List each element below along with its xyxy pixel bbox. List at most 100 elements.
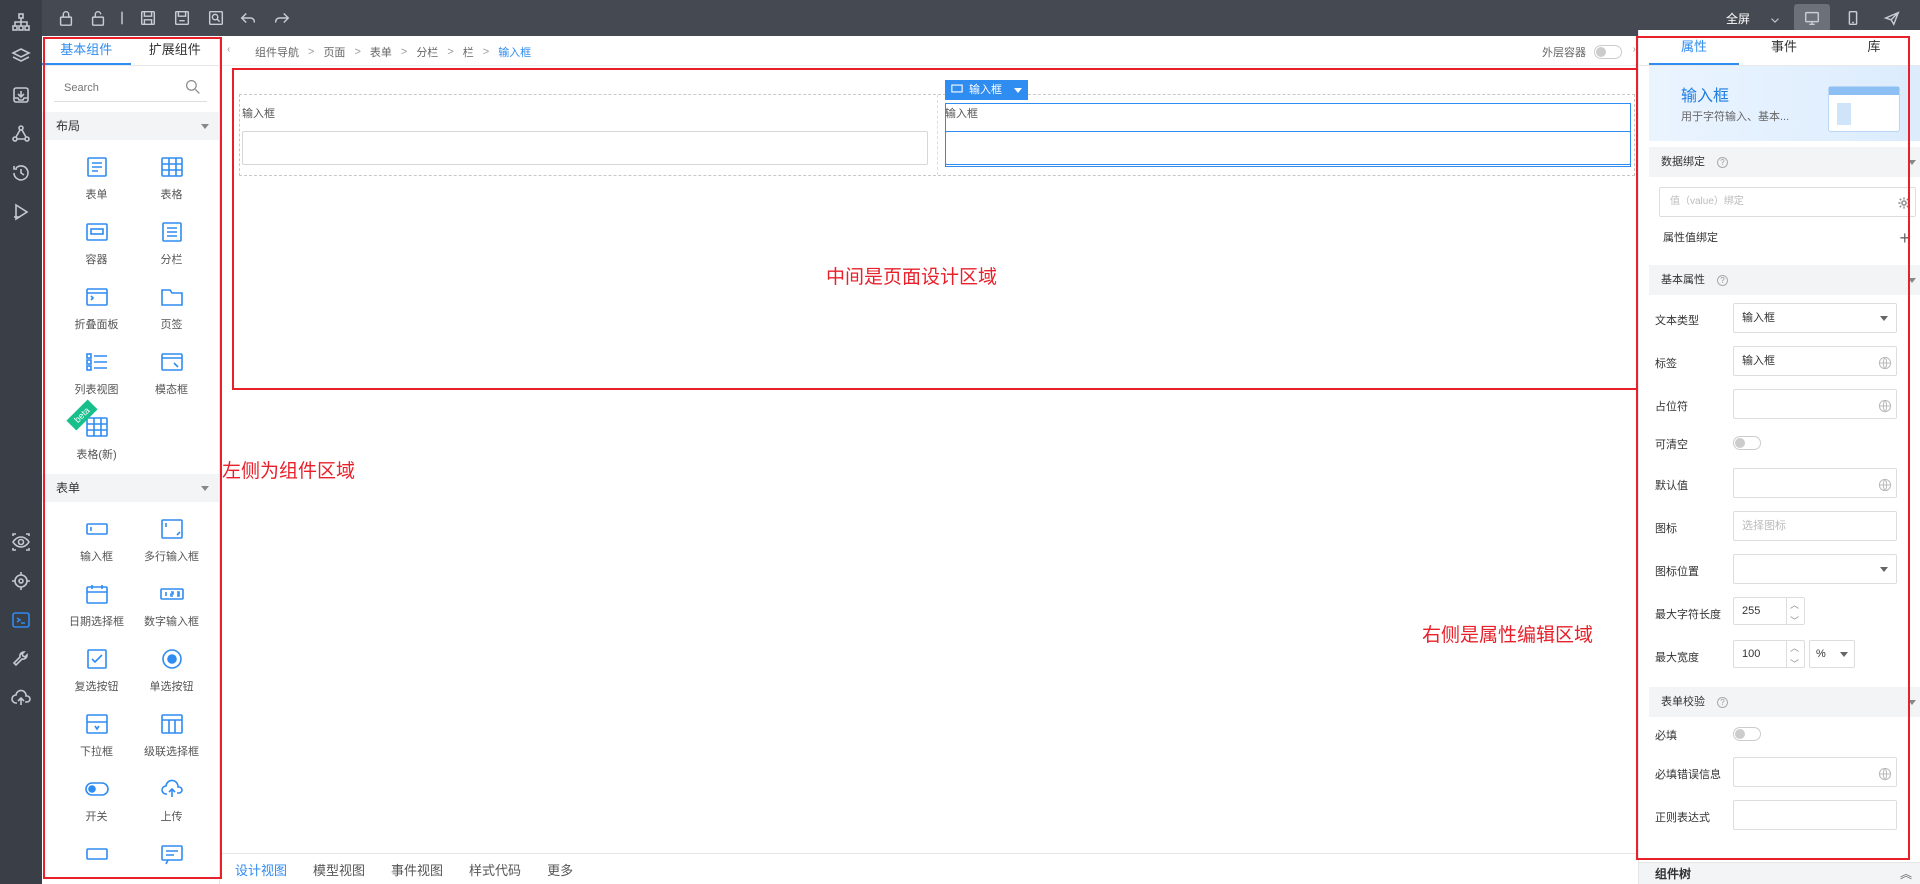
text-type-select[interactable]: 输入框 — [1733, 303, 1897, 333]
columns-row[interactable]: 输入框 输入框 — [239, 94, 1635, 176]
cursor-icon[interactable] — [112, 8, 132, 28]
tab-properties[interactable]: 属性 — [1649, 30, 1739, 65]
globe-icon[interactable] — [1878, 475, 1892, 503]
fullscreen-label[interactable]: 全屏 — [1726, 10, 1750, 27]
help-icon[interactable]: ? — [1717, 696, 1728, 708]
icon-picker[interactable]: 选择图标 — [1733, 511, 1897, 541]
column-left[interactable]: 输入框 — [240, 95, 936, 175]
search-icon[interactable] — [185, 79, 201, 98]
component-more-2[interactable] — [134, 839, 209, 884]
desktop-view-button[interactable] — [1794, 4, 1830, 32]
component-number-input[interactable]: 数字输入框 — [134, 579, 209, 633]
breadcrumb-item[interactable]: 栏 — [463, 44, 474, 60]
outer-container-toggle[interactable] — [1594, 45, 1622, 59]
tag-input[interactable]: 输入框 — [1733, 346, 1897, 376]
component-collapse[interactable]: 折叠面板 — [59, 282, 134, 336]
component-switch[interactable]: 开关 — [59, 774, 134, 828]
chevron-down-icon[interactable] — [1765, 10, 1785, 30]
zoom-icon[interactable] — [206, 8, 226, 28]
placeholder-input[interactable] — [1733, 389, 1897, 419]
component-list-view[interactable]: 列表视图 — [59, 347, 134, 401]
component-cascader[interactable]: 级联选择框 — [134, 709, 209, 763]
collapse-right-icon[interactable]: › — [1633, 44, 1636, 55]
input-box-selected[interactable] — [945, 131, 1631, 165]
component-more-1[interactable] — [59, 839, 134, 884]
help-icon[interactable]: ? — [1717, 274, 1728, 286]
component-radio[interactable]: 单选按钮 — [134, 644, 209, 698]
stepper-arrows[interactable] — [1786, 635, 1804, 677]
caret-down-icon[interactable] — [1014, 87, 1022, 93]
cloud-upload-icon[interactable] — [9, 686, 33, 710]
redo-icon[interactable] — [272, 8, 292, 28]
component-modal[interactable]: 模态框 — [134, 347, 209, 401]
tab-event-view[interactable]: 事件视图 — [391, 860, 443, 879]
max-length-stepper[interactable]: 255 — [1733, 592, 1805, 634]
collapse-left-icon[interactable]: ‹ — [227, 44, 230, 55]
globe-icon[interactable] — [1878, 396, 1892, 424]
component-tabs[interactable]: 页签 — [134, 282, 209, 336]
wrench-icon[interactable] — [9, 647, 33, 671]
required-msg-input[interactable] — [1733, 757, 1897, 787]
console-icon[interactable] — [9, 608, 33, 632]
input-box[interactable] — [242, 131, 928, 165]
preview-icon[interactable] — [9, 530, 33, 554]
globe-icon[interactable] — [1878, 353, 1892, 381]
globe-icon[interactable] — [1878, 764, 1892, 792]
value-binding-field[interactable]: 值（value）绑定 — [1659, 187, 1916, 217]
publish-button[interactable] — [1874, 4, 1910, 32]
component-textarea[interactable]: 多行输入框 — [134, 514, 209, 568]
flow-icon[interactable] — [9, 122, 33, 146]
design-canvas[interactable]: 输入框 输入框 输入框 — [221, 66, 1638, 853]
tab-design-view[interactable]: 设计视图 — [235, 860, 287, 879]
component-tree-bar[interactable]: 组件树 ︽ — [1639, 862, 1920, 884]
component-input[interactable]: 输入框 — [59, 514, 134, 568]
sitemap-icon[interactable] — [9, 10, 33, 34]
breadcrumb-item[interactable]: 页面 — [323, 44, 345, 60]
section-layout[interactable]: 布局 — [42, 112, 219, 140]
component-form[interactable]: 表单 — [59, 152, 134, 206]
history-icon[interactable] — [9, 161, 33, 185]
component-container[interactable]: 容器 — [59, 217, 134, 271]
tab-basic-components[interactable]: 基本组件 — [42, 36, 131, 65]
component-columns[interactable]: 分栏 — [134, 217, 209, 271]
breadcrumb-item[interactable]: 分栏 — [416, 44, 438, 60]
section-data-binding[interactable]: 数据绑定? — [1649, 147, 1920, 177]
regex-input[interactable] — [1733, 800, 1897, 830]
clearable-toggle[interactable] — [1733, 436, 1761, 450]
save-icon[interactable] — [138, 8, 158, 28]
gear-icon[interactable] — [1897, 194, 1911, 222]
required-toggle[interactable] — [1733, 727, 1761, 741]
default-value-input[interactable] — [1733, 468, 1897, 498]
tab-extended-components[interactable]: 扩展组件 — [131, 36, 220, 65]
unlock-icon[interactable] — [88, 8, 108, 28]
help-icon[interactable]: ? — [1717, 156, 1728, 168]
icon-position-select[interactable] — [1733, 554, 1897, 584]
target-icon[interactable] — [9, 569, 33, 593]
breadcrumb-item[interactable]: 表单 — [370, 44, 392, 60]
component-table-new[interactable]: beta 表格(新) — [59, 399, 134, 466]
undo-icon[interactable] — [238, 8, 258, 28]
component-upload[interactable]: 上传 — [134, 774, 209, 828]
breadcrumb-item[interactable]: 组件导航 — [255, 44, 299, 60]
breadcrumb-current[interactable]: 输入框 — [498, 44, 531, 60]
component-select[interactable]: 下拉框 — [59, 709, 134, 763]
layers-icon[interactable] — [9, 44, 33, 68]
tab-more[interactable]: 更多 — [547, 860, 573, 879]
chevron-up-icon[interactable]: ︽ — [1900, 863, 1912, 884]
tab-style-code[interactable]: 样式代码 — [469, 860, 521, 879]
max-width-stepper[interactable]: 100 — [1733, 635, 1805, 677]
save-as-icon[interactable] — [172, 8, 192, 28]
search-input[interactable] — [54, 76, 174, 100]
tab-model-view[interactable]: 模型视图 — [313, 860, 365, 879]
plus-icon[interactable]: + — [1899, 223, 1910, 253]
run-icon[interactable] — [9, 200, 33, 224]
lock-icon[interactable] — [56, 8, 76, 28]
unit-select[interactable]: % — [1809, 640, 1855, 668]
component-table[interactable]: 表格 — [134, 152, 209, 206]
selection-tag[interactable]: 输入框 — [945, 80, 1028, 100]
stepper-arrows[interactable] — [1786, 592, 1804, 634]
section-form[interactable]: 表单 — [42, 474, 219, 502]
import-icon[interactable] — [9, 83, 33, 107]
tab-events[interactable]: 事件 — [1739, 30, 1829, 65]
mobile-view-button[interactable] — [1835, 4, 1871, 32]
